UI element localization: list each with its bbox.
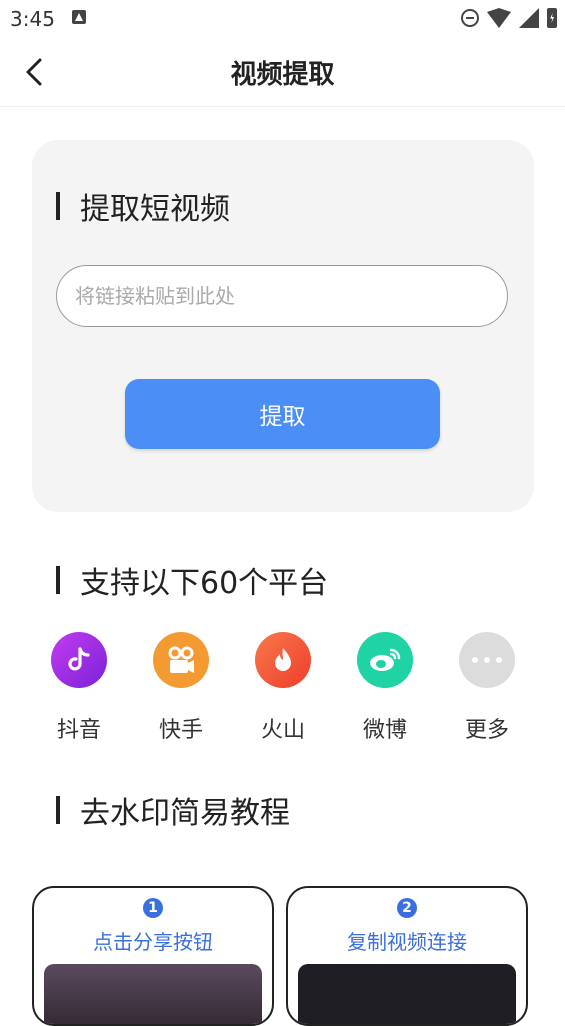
page-title: 视频提取: [230, 60, 335, 90]
huoshan-icon: [255, 632, 311, 688]
tutorial-heading-text: 去水印简易教程: [80, 796, 290, 831]
wifi-icon: [487, 8, 511, 28]
heading-bar: [56, 796, 60, 824]
heading-bar: [56, 192, 60, 220]
status-time: 3:45: [10, 7, 55, 31]
platform-kuaishou[interactable]: 快手: [130, 632, 232, 744]
platform-weibo[interactable]: 微博: [334, 632, 436, 744]
step-screenshot-image: [44, 964, 262, 1024]
battery-charging-icon: [547, 8, 557, 28]
extract-heading-text: 提取短视频: [80, 192, 230, 227]
extract-heading: 提取短视频: [56, 184, 230, 228]
nav-bar: 视频提取: [0, 38, 565, 107]
link-input[interactable]: [56, 265, 508, 327]
platform-huoshan[interactable]: 火山: [232, 632, 334, 744]
extract-button[interactable]: 提取: [125, 379, 440, 449]
platform-label: 抖音: [56, 718, 101, 743]
step-text: 复制视频连接: [347, 930, 467, 954]
platform-more[interactable]: 更多: [436, 632, 538, 744]
platforms-heading-text: 支持以下60个平台: [80, 566, 329, 601]
platforms-heading: 支持以下60个平台: [56, 558, 328, 602]
platform-label: 更多: [464, 718, 509, 743]
platform-douyin[interactable]: 抖音: [28, 632, 130, 744]
tutorial-step-card: 2 复制视频连接: [286, 886, 528, 1026]
platform-label: 快手: [158, 718, 203, 743]
step-number-badge: 1: [143, 898, 163, 918]
cell-signal-icon: [519, 8, 539, 28]
do-not-disturb-icon: [461, 9, 479, 27]
douyin-icon: [51, 632, 107, 688]
platform-list: 抖音 快手 火山 微博 更多: [28, 632, 538, 744]
more-icon: [459, 632, 515, 688]
tutorial-heading: 去水印简易教程: [56, 788, 290, 832]
step-number-badge: 2: [397, 898, 417, 918]
platform-label: 火山: [260, 718, 305, 743]
step-text: 点击分享按钮: [93, 930, 213, 954]
extract-card: 提取短视频 提取: [32, 140, 534, 512]
status-bar: 3:45: [0, 0, 565, 38]
platform-label: 微博: [362, 718, 407, 743]
heading-bar: [56, 566, 60, 594]
status-icons: [461, 7, 557, 29]
kuaishou-icon: [153, 632, 209, 688]
tutorial-step-card: 1 点击分享按钮: [32, 886, 274, 1026]
weibo-icon: [357, 632, 413, 688]
step-screenshot-image: [298, 964, 516, 1024]
notification-a-icon: [72, 10, 86, 24]
